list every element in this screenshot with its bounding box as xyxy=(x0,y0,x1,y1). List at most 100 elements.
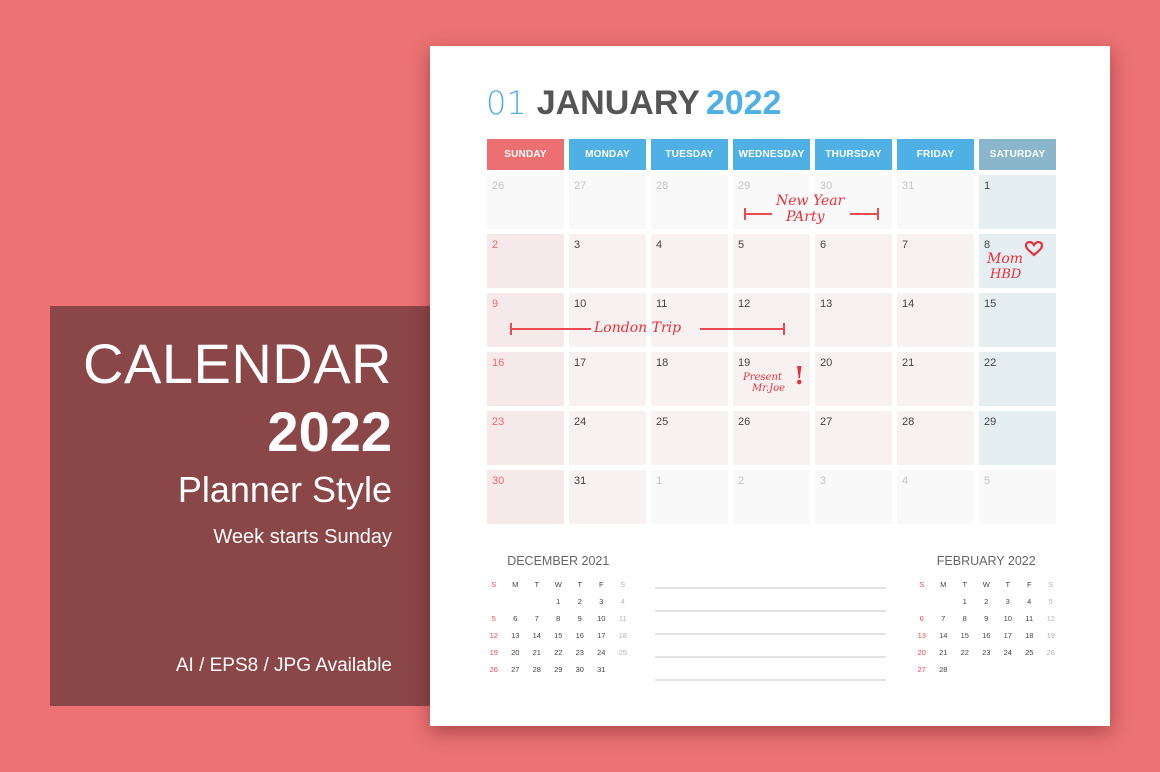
mini-day[interactable]: 17 xyxy=(591,631,613,641)
mini-day[interactable]: 24 xyxy=(591,648,613,658)
mini-day[interactable]: 2 xyxy=(976,597,998,607)
mini-day[interactable]: 15 xyxy=(954,631,976,641)
day-cell[interactable]: 9 xyxy=(487,293,564,347)
day-cell[interactable]: 12 xyxy=(733,293,810,347)
mini-day[interactable]: 10 xyxy=(997,614,1019,624)
day-cell[interactable]: 25 xyxy=(651,411,728,465)
mini-day[interactable]: 8 xyxy=(548,614,570,624)
mini-day[interactable]: 13 xyxy=(911,631,933,641)
day-cell[interactable]: 6 xyxy=(815,234,892,288)
day-cell[interactable]: 17 xyxy=(569,352,646,406)
mini-day[interactable]: 27 xyxy=(505,665,527,675)
mini-day[interactable]: 23 xyxy=(976,648,998,658)
day-cell[interactable]: 27 xyxy=(569,175,646,229)
mini-day[interactable]: 1 xyxy=(954,597,976,607)
mini-day[interactable]: 18 xyxy=(1019,631,1041,641)
mini-day[interactable]: 11 xyxy=(612,614,634,624)
mini-day[interactable]: 5 xyxy=(1040,597,1062,607)
mini-day[interactable]: 29 xyxy=(548,665,570,675)
mini-day[interactable]: 26 xyxy=(483,665,505,675)
day-cell[interactable]: 2 xyxy=(733,470,810,524)
mini-day[interactable]: 4 xyxy=(1019,597,1041,607)
day-cell[interactable]: 7 xyxy=(897,234,974,288)
mini-day[interactable]: 1 xyxy=(548,597,570,607)
mini-day[interactable]: 22 xyxy=(954,648,976,658)
mini-day[interactable]: 5 xyxy=(483,614,505,624)
day-cell[interactable]: 27 xyxy=(815,411,892,465)
mini-day[interactable]: 18 xyxy=(612,631,634,641)
day-cell[interactable]: 31 xyxy=(897,175,974,229)
mini-day[interactable]: 6 xyxy=(505,614,527,624)
day-cell[interactable]: 4 xyxy=(651,234,728,288)
mini-day[interactable]: 24 xyxy=(997,648,1019,658)
mini-day[interactable]: 9 xyxy=(569,614,591,624)
mini-day[interactable]: 2 xyxy=(569,597,591,607)
day-cell[interactable]: 2 xyxy=(487,234,564,288)
mini-day[interactable]: 7 xyxy=(933,614,955,624)
mini-day[interactable]: 8 xyxy=(954,614,976,624)
mini-day[interactable]: 20 xyxy=(505,648,527,658)
day-cell[interactable]: 28 xyxy=(897,411,974,465)
day-cell[interactable]: 16 xyxy=(487,352,564,406)
day-cell[interactable]: 21 xyxy=(897,352,974,406)
day-cell[interactable]: 1 xyxy=(979,175,1056,229)
mini-day[interactable]: 19 xyxy=(483,648,505,658)
day-cell[interactable]: 15 xyxy=(979,293,1056,347)
mini-day[interactable]: 9 xyxy=(976,614,998,624)
day-cell[interactable]: 14 xyxy=(897,293,974,347)
day-cell[interactable]: 18 xyxy=(651,352,728,406)
day-cell[interactable]: 29 xyxy=(979,411,1056,465)
day-cell[interactable]: 24 xyxy=(569,411,646,465)
mini-day[interactable]: 3 xyxy=(997,597,1019,607)
day-cell[interactable]: 20 xyxy=(815,352,892,406)
mini-day[interactable]: 20 xyxy=(911,648,933,658)
day-number: 19 xyxy=(738,357,751,369)
mini-day[interactable]: 22 xyxy=(548,648,570,658)
mini-day[interactable]: 12 xyxy=(483,631,505,641)
mini-day[interactable]: 14 xyxy=(933,631,955,641)
day-cell[interactable]: 30 xyxy=(487,470,564,524)
day-cell[interactable]: 5 xyxy=(979,470,1056,524)
day-cell[interactable]: 26 xyxy=(487,175,564,229)
mini-day[interactable]: 30 xyxy=(569,665,591,675)
day-cell[interactable]: 1 xyxy=(651,470,728,524)
mini-day[interactable]: 26 xyxy=(1040,648,1062,658)
mini-day[interactable]: 12 xyxy=(1040,614,1062,624)
mini-day[interactable]: 10 xyxy=(591,614,613,624)
mini-day[interactable]: 31 xyxy=(591,665,613,675)
mini-day[interactable]: 21 xyxy=(526,648,548,658)
mini-day[interactable]: 11 xyxy=(1019,614,1041,624)
day-cell[interactable]: 28 xyxy=(651,175,728,229)
day-cell[interactable]: 4 xyxy=(897,470,974,524)
mini-day[interactable]: 21 xyxy=(933,648,955,658)
mini-day[interactable]: 28 xyxy=(933,665,955,675)
mini-day[interactable]: 25 xyxy=(612,648,634,658)
day-cell[interactable]: 26 xyxy=(733,411,810,465)
mini-day[interactable]: 14 xyxy=(526,631,548,641)
exclamation-icon: ! xyxy=(794,361,805,390)
day-cell[interactable]: 31 xyxy=(569,470,646,524)
day-number: 18 xyxy=(656,357,669,369)
mini-day[interactable]: 19 xyxy=(1040,631,1062,641)
mini-day[interactable]: 13 xyxy=(505,631,527,641)
mini-day[interactable]: 28 xyxy=(526,665,548,675)
mini-day[interactable]: 4 xyxy=(612,597,634,607)
mini-day[interactable]: 15 xyxy=(548,631,570,641)
mini-day[interactable]: 25 xyxy=(1019,648,1041,658)
day-cell[interactable]: 3 xyxy=(569,234,646,288)
mini-day[interactable]: 6 xyxy=(911,614,933,624)
mini-day[interactable]: 16 xyxy=(976,631,998,641)
mini-day[interactable]: 17 xyxy=(997,631,1019,641)
heart-icon xyxy=(1025,241,1043,257)
mini-day[interactable]: 27 xyxy=(911,665,933,675)
day-cell[interactable]: 23 xyxy=(487,411,564,465)
mini-day[interactable]: 23 xyxy=(569,648,591,658)
mini-day[interactable]: 16 xyxy=(569,631,591,641)
day-cell[interactable]: 22 xyxy=(979,352,1056,406)
day-cell[interactable]: 3 xyxy=(815,470,892,524)
span-line xyxy=(850,213,878,215)
mini-day[interactable]: 3 xyxy=(591,597,613,607)
mini-day[interactable]: 7 xyxy=(526,614,548,624)
day-cell[interactable]: 13 xyxy=(815,293,892,347)
day-cell[interactable]: 5 xyxy=(733,234,810,288)
